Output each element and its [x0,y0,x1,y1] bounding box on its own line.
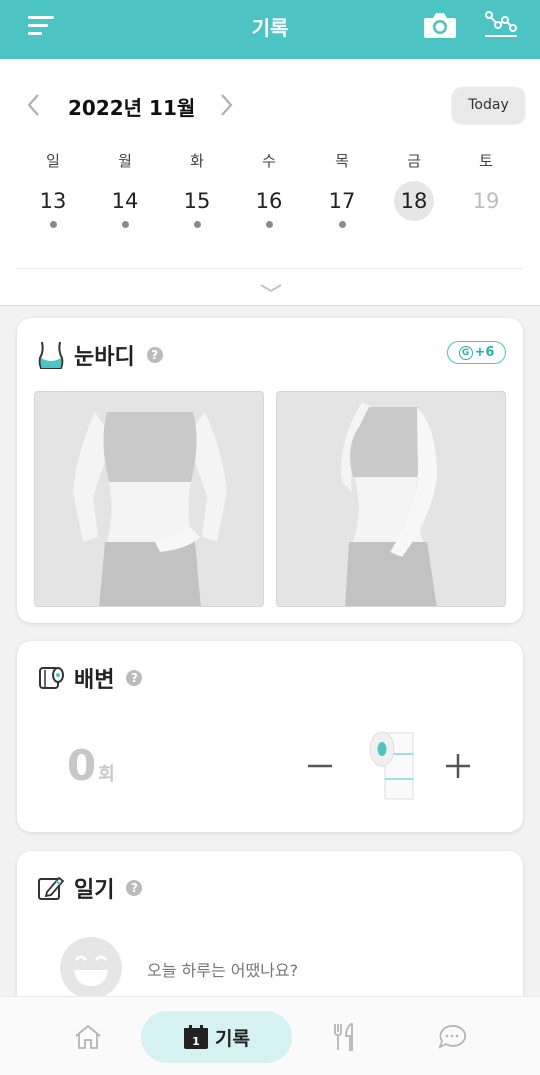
help-icon[interactable]: ? [126,880,143,896]
point-badge: G +6 [447,341,506,364]
graph-icon[interactable] [484,9,518,39]
day-cell-future: 토 19 [450,151,522,231]
app-header: 기록 [0,0,540,59]
week-calendar: 2022년 11월 Today 일 13 월 14 화 15 수 16 목 17 [0,59,540,306]
card-header: 일기 ? [37,871,143,905]
weekday-label: 수 [262,152,276,170]
date-number: 17 [328,189,356,213]
nav-food[interactable] [322,1011,366,1063]
smile-face-icon [60,937,122,999]
page-title: 기록 [251,16,289,40]
weekday-label: 화 [190,152,204,170]
home-icon [75,1024,101,1049]
record-dot [338,221,346,228]
next-month-icon[interactable] [216,92,236,118]
date-number: 16 [255,189,283,213]
record-dot [265,221,273,228]
card-header: 배변 ? [37,661,143,695]
waist-icon [38,341,64,369]
body-photo-card: 눈바디 ? G +6 [17,318,523,623]
day-cell[interactable]: 월 14 [89,151,161,231]
side-body-photo[interactable] [276,391,506,607]
card-title: 일기 [74,878,115,903]
day-cell[interactable]: 일 13 [17,151,89,231]
chevron-down-icon[interactable] [258,281,284,295]
nav-record-label: 기록 [215,1027,250,1050]
help-icon[interactable]: ? [146,347,163,363]
bottom-nav: 1 기록 [0,996,540,1075]
date-number: 14 [111,189,139,213]
side-body-silhouette [341,402,437,606]
bowel-card: 배변 ? 0회 [17,641,523,832]
card-header: 눈바디 ? [37,338,163,372]
day-cell[interactable]: 화 15 [161,151,233,231]
date-number: 15 [183,189,211,213]
weekday-label: 월 [118,152,132,170]
count-unit: 회 [98,764,115,785]
front-body-silhouette [73,412,227,606]
record-dot [193,221,201,228]
toilet-paper-icon [39,667,64,689]
week-days: 일 13 월 14 화 15 수 16 목 17 금 18 토 19 [17,151,523,231]
weekday-label: 토 [479,152,493,170]
front-body-photo[interactable] [34,391,264,607]
nav-chat[interactable] [430,1011,474,1063]
calendar-icon: 1 [184,1025,209,1049]
fork-knife-icon [334,1023,353,1051]
point-value: +6 [474,345,495,360]
diary-placeholder[interactable]: 오늘 하루는 어땠나요? [147,957,298,981]
month-label: 2022년 11월 [68,96,196,120]
day-cell[interactable]: 목 17 [306,151,378,231]
date-number: 13 [39,189,67,213]
chat-icon [438,1025,466,1049]
nav-home[interactable] [66,1011,110,1063]
calendar-day-number: 1 [192,1035,200,1048]
day-cell-selected[interactable]: 금 18 [378,151,450,231]
count-value: 0 [67,741,97,790]
help-icon[interactable]: ? [126,670,143,686]
prev-month-icon[interactable] [24,92,44,118]
toilet-roll-icon [369,731,414,800]
nav-record[interactable]: 1 기록 [141,1011,292,1063]
pencil-note-icon [38,876,65,900]
record-dot [121,221,129,228]
camera-icon[interactable] [423,11,457,39]
g-coin-icon: G [458,345,473,360]
day-cell[interactable]: 수 16 [233,151,305,231]
divider [17,268,523,269]
plus-icon[interactable] [443,751,473,781]
date-number: 18 [394,181,434,221]
card-title: 배변 [74,668,115,693]
card-title: 눈바디 [74,345,135,370]
record-dot [49,221,57,228]
weekday-label: 금 [407,152,421,170]
bowel-count: 0회 [67,741,115,790]
date-number: 19 [472,189,500,213]
weekday-label: 목 [335,152,349,170]
minus-icon[interactable] [305,751,335,781]
today-button[interactable]: Today [452,87,525,123]
weekday-label: 일 [46,152,60,170]
